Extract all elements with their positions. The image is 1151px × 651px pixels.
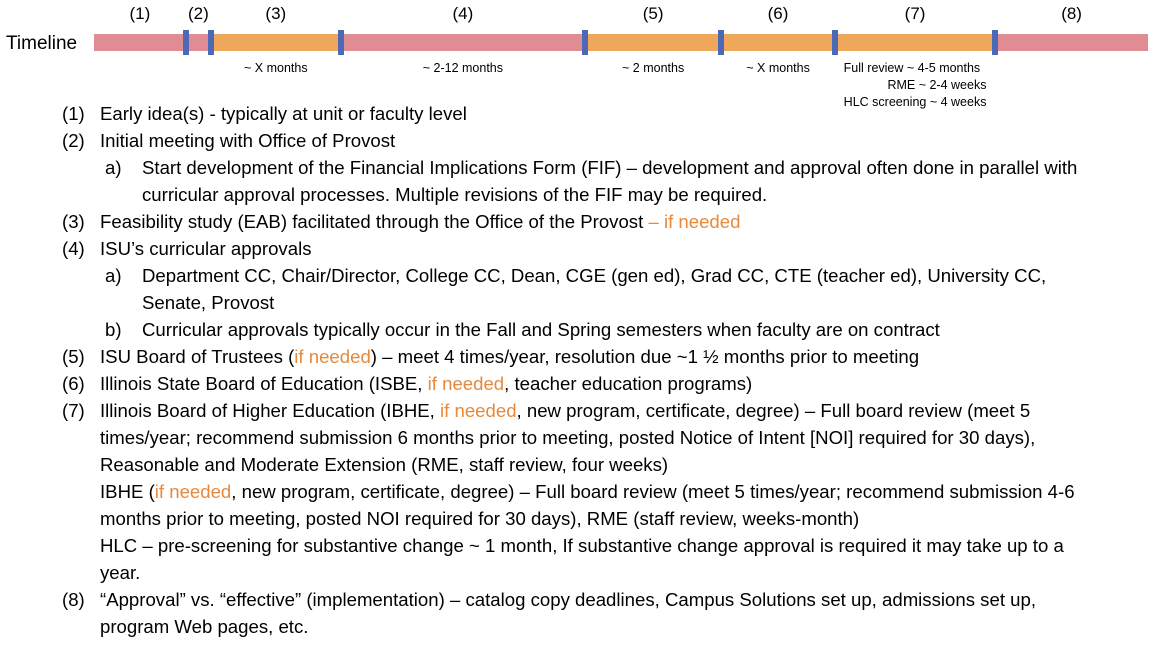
list-item-text: ISU’s curricular approvals — [100, 235, 1151, 262]
list-item-marker: (7) — [62, 400, 85, 421]
list-item-text-run: IBHE ( — [100, 481, 155, 502]
timeline-milestone-marker — [718, 30, 725, 55]
timeline-duration-note: ~ X months — [746, 61, 810, 75]
timeline-segment-1 — [94, 34, 186, 51]
timeline-phase-number: (7) — [904, 4, 926, 23]
list-item-text-run: HLC – pre-screening for substantive chan… — [100, 535, 1064, 583]
timeline-phase-number: (5) — [642, 4, 664, 23]
timeline-segment-3 — [210, 34, 341, 51]
timeline-milestone-marker — [337, 30, 344, 55]
conditional-highlight-text: if needed — [154, 481, 232, 502]
list-item-marker: a) — [105, 157, 122, 178]
timeline-duration-note: ~ X months — [244, 61, 308, 75]
list-item-marker: (1) — [62, 103, 85, 124]
conditional-highlight-text: if needed — [440, 400, 517, 421]
list-item-continuation: HLC – pre-screening for substantive chan… — [100, 532, 1103, 586]
list-item-marker: (3) — [62, 211, 85, 232]
list-item-marker: b) — [105, 319, 122, 340]
timeline-phase-number: (1) — [129, 4, 151, 23]
list-item: (4) ISU’s curricular approvals — [0, 235, 1151, 262]
conditional-highlight-text: if needed — [427, 373, 505, 394]
list-item-text-run: Early idea(s) - typically at unit or fac… — [100, 103, 467, 124]
conditional-highlight-text: if needed — [294, 346, 371, 367]
list-item: (1) Early idea(s) - typically at unit or … — [0, 100, 1151, 127]
list-item-text-run: , teacher education programs) — [504, 373, 753, 394]
timeline-duration-line: RME ~ 2-4 weeks — [887, 78, 987, 92]
list-item-text: Initial meeting with Office of Provost — [100, 127, 1151, 154]
list-item-text: Department CC, Chair/Director, College C… — [142, 262, 1151, 316]
list-item-text-run: Curricular approvals typically occur in … — [142, 319, 940, 340]
list-item-text: Start development of the Financial Impli… — [142, 154, 1151, 208]
list-item-text: “Approval” vs. “effective” (implementati… — [100, 586, 1151, 640]
timeline-bar: (1) (2) (3) ~ X months (4) ~ 2-12 months (5) ~ … — [94, 4, 1148, 109]
timeline-phase-number: (6) — [767, 4, 789, 23]
timeline-label: Timeline — [6, 33, 78, 54]
list-item: (7) Illinois Board of Higher Education (I… — [0, 397, 1151, 586]
conditional-highlight-text: – if needed — [648, 211, 741, 232]
list-item: (8) “Approval” vs. “effective” (implement… — [0, 586, 1151, 640]
timeline-section: Timeline (1) (2) (3) ~ X months (4) ~ 2-12 mo… — [0, 0, 1151, 109]
list-item-text-run: Start development of the Financial Impli… — [142, 157, 1078, 205]
timeline-milestone-marker — [582, 30, 589, 55]
list-item-text: Curricular approvals typically occur in … — [142, 316, 1151, 343]
timeline-segment-8 — [995, 34, 1148, 51]
timeline-milestone-marker — [182, 30, 189, 55]
list-item-text: Early idea(s) - typically at unit or fac… — [100, 100, 1151, 127]
list-item-text-run: Illinois State Board of Education (ISBE, — [100, 373, 428, 394]
list-item-text-run: ISU Board of Trustees ( — [100, 346, 295, 367]
timeline-milestone-marker — [992, 30, 999, 55]
list-item-text-run: Initial meeting with Office of Provost — [100, 130, 396, 151]
timeline-duration-note: ~ 2-12 months — [422, 61, 504, 75]
list-item: (5) ISU Board of Trustees (if needed) – m… — [0, 343, 1151, 370]
list-item-text: ISU Board of Trustees (if needed) – meet… — [100, 343, 1151, 370]
list-item-text-run: Feasibility study (EAB) facilitated thro… — [100, 211, 649, 232]
list-item: b) Curricular approvals typically occur i… — [0, 316, 1151, 343]
list-item-continuation: IBHE (if needed, new program, certificat… — [100, 478, 1103, 532]
list-item-text-run: “Approval” vs. “effective” (implementati… — [100, 589, 1036, 637]
timeline-milestone-marker — [207, 30, 214, 55]
timeline-segment-4 — [340, 34, 586, 51]
list-item-text-run: ) – meet 4 times/year, resolution due ~1… — [370, 346, 920, 367]
timeline-segment-5 — [585, 34, 722, 51]
list-item-text: Illinois State Board of Education (ISBE,… — [100, 370, 1151, 397]
list-item: (2) Initial meeting with Office of Provos… — [0, 127, 1151, 154]
timeline-segment-7 — [834, 34, 996, 51]
timeline-duration-line: Full review ~ 4-5 months — [843, 61, 981, 75]
list-item: a) Department CC, Chair/Director, College… — [0, 262, 1151, 316]
timeline-phase-number: (8) — [1061, 4, 1082, 23]
list-item-marker: a) — [105, 265, 122, 286]
list-item-text-run: Department CC, Chair/Director, College C… — [142, 265, 1047, 313]
list-item-text-run: Illinois Board of Higher Education (IBHE… — [100, 400, 441, 421]
timeline-phase-number: (4) — [452, 4, 474, 23]
list-item-marker: (8) — [62, 589, 85, 610]
list-item-text-run: ISU’s curricular approvals — [100, 238, 312, 259]
list-item: (3) Feasibility study (EAB) facilitated t… — [0, 208, 1151, 235]
timeline-milestone-marker — [831, 30, 838, 55]
timeline-duration-note: ~ 2 months — [622, 61, 685, 75]
timeline-segment-6 — [721, 34, 835, 51]
list-item-text-run: , new program, certificate, degree) – Fu… — [100, 481, 1075, 529]
process-step-list: (1) Early idea(s) - typically at unit or … — [0, 100, 1151, 640]
list-item-marker: (2) — [62, 130, 85, 151]
list-item-marker: (4) — [62, 238, 85, 259]
list-item: a) Start development of the Financial Imp… — [0, 154, 1151, 208]
list-item-text: Feasibility study (EAB) facilitated thro… — [100, 208, 1151, 235]
list-item: (6) Illinois State Board of Education (IS… — [0, 370, 1151, 397]
list-item-marker: (5) — [62, 346, 85, 367]
timeline-phase-number: (2) — [187, 4, 209, 23]
timeline-phase-number: (3) — [265, 4, 287, 23]
list-item-marker: (6) — [62, 373, 85, 394]
list-item-text: Illinois Board of Higher Education (IBHE… — [100, 397, 1151, 586]
